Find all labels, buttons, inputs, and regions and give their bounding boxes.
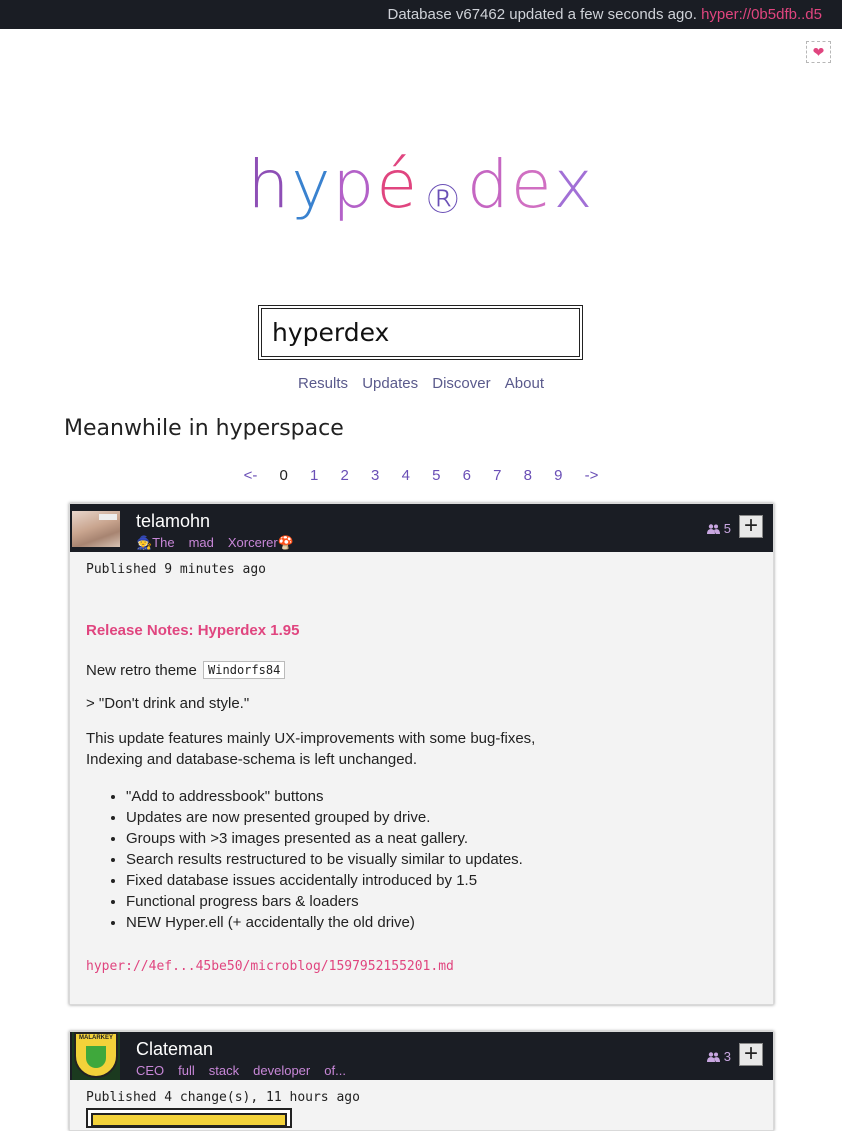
post-line-text: New retro theme bbox=[86, 662, 197, 679]
pager: <- 0 1 2 3 4 5 6 7 8 9 -> bbox=[0, 467, 842, 484]
plus-icon: + bbox=[743, 1040, 758, 1067]
pager-page[interactable]: 1 bbox=[310, 467, 318, 484]
post-body: Published 4 change(s), 11 hours ago bbox=[70, 1080, 773, 1128]
list-item: Search results restructured to be visual… bbox=[126, 849, 536, 870]
plus-icon: + bbox=[743, 512, 758, 539]
post-card: MALARKEY Clateman CEO full stack developer o… bbox=[69, 1031, 774, 1131]
pager-prev[interactable]: <- bbox=[244, 467, 258, 484]
published-time: Published 4 change(s), 11 hours ago bbox=[86, 1090, 360, 1105]
list-item: "Add to addressbook" buttons bbox=[126, 786, 536, 807]
pager-page[interactable]: 2 bbox=[341, 467, 349, 484]
logo: hypé ®dex bbox=[0, 146, 842, 223]
users-icon bbox=[706, 524, 720, 534]
logo-char: ® bbox=[422, 177, 465, 223]
follower-count-value: 5 bbox=[723, 521, 731, 536]
logo-char: e bbox=[510, 146, 554, 223]
database-status-text: Database v67462 updated a few seconds ag… bbox=[387, 6, 697, 23]
nav-updates[interactable]: Updates bbox=[362, 375, 418, 392]
pager-page[interactable]: 9 bbox=[554, 467, 562, 484]
author-name[interactable]: telamohn bbox=[136, 511, 210, 532]
post-link[interactable]: hyper://4ef...45be50/microblog/159795215… bbox=[86, 959, 454, 974]
nav-results[interactable]: Results bbox=[298, 375, 348, 392]
post-content: Release Notes: Hyperdex 1.95 New retro t… bbox=[86, 577, 757, 941]
post-image[interactable] bbox=[86, 1108, 292, 1128]
nav-discover[interactable]: Discover bbox=[432, 375, 490, 392]
section-heading: Meanwhile in hyperspace bbox=[64, 416, 344, 441]
pager-page[interactable]: 4 bbox=[402, 467, 410, 484]
author-tag: 🧙The bbox=[136, 535, 175, 550]
author-name[interactable]: Clateman bbox=[136, 1039, 213, 1060]
search-input[interactable] bbox=[261, 308, 580, 357]
list-item: Groups with >3 images presented as a nea… bbox=[126, 828, 536, 849]
users-icon bbox=[706, 1052, 720, 1062]
nav-about[interactable]: About bbox=[505, 375, 544, 392]
author-tag: stack bbox=[208, 1063, 240, 1078]
follower-count: 5 bbox=[706, 521, 731, 536]
list-item: Fixed database issues accidentally intro… bbox=[126, 870, 536, 891]
list-item: Updates are now presented grouped by dri… bbox=[126, 807, 536, 828]
pager-page[interactable]: 5 bbox=[432, 467, 440, 484]
heart-icon: ❤ bbox=[812, 44, 825, 60]
post-card: telamohn 🧙The mad Xorcerer🍄 5 + Published … bbox=[69, 503, 774, 1005]
post-bullets: "Add to addressbook" buttons Updates are… bbox=[86, 786, 536, 933]
logo-char: é bbox=[376, 146, 419, 223]
list-item: Functional progress bars & loaders bbox=[126, 891, 536, 912]
post-line: New retro theme Windorfs84 bbox=[86, 661, 757, 679]
published-time: Published 9 minutes ago bbox=[86, 562, 267, 577]
post-header: MALARKEY Clateman CEO full stack developer o… bbox=[70, 1032, 773, 1080]
pager-page[interactable]: 7 bbox=[493, 467, 501, 484]
code-snippet: Windorfs84 bbox=[203, 661, 286, 679]
author-tag: CEO bbox=[136, 1063, 165, 1078]
avatar[interactable]: MALARKEY bbox=[72, 1032, 120, 1080]
author-tag: mad bbox=[188, 535, 214, 550]
top-status-bar: Database v67462 updated a few seconds ag… bbox=[0, 0, 842, 29]
logo-char: y bbox=[291, 146, 333, 223]
author-tag: of... bbox=[324, 1063, 346, 1078]
heart-button[interactable]: ❤ bbox=[806, 41, 831, 63]
avatar-badge-icon bbox=[99, 514, 117, 520]
database-link[interactable]: hyper://0b5dfb..d5 bbox=[701, 6, 822, 23]
pager-next[interactable]: -> bbox=[585, 467, 599, 484]
avatar[interactable] bbox=[72, 511, 120, 547]
pager-page[interactable]: 6 bbox=[463, 467, 471, 484]
list-item: NEW Hyper.ell (+ accidentally the old dr… bbox=[126, 912, 536, 933]
pager-page[interactable]: 8 bbox=[524, 467, 532, 484]
post-header: telamohn 🧙The mad Xorcerer🍄 5 + bbox=[70, 504, 773, 552]
pager-page[interactable]: 3 bbox=[371, 467, 379, 484]
follower-count-value: 3 bbox=[723, 1049, 731, 1064]
post-quote: > "Don't drink and style." bbox=[86, 695, 250, 712]
pager-page-current: 0 bbox=[279, 467, 288, 484]
post-body: Published 9 minutes ago Release Notes: H… bbox=[70, 552, 773, 974]
post-paragraph: This update features mainly UX-improveme… bbox=[86, 730, 536, 768]
post-title: Release Notes: Hyperdex 1.95 bbox=[86, 622, 300, 639]
author-tag: full bbox=[178, 1063, 195, 1078]
database-status: Database v67462 updated a few seconds ag… bbox=[387, 6, 822, 23]
logo-char: h bbox=[247, 146, 292, 223]
logo-char: p bbox=[332, 146, 377, 223]
shield-icon: MALARKEY bbox=[74, 1032, 118, 1078]
author-tags: CEO full stack developer of... bbox=[136, 1063, 360, 1078]
search-box bbox=[258, 305, 583, 360]
logo-char: x bbox=[553, 146, 595, 223]
add-to-addressbook-button[interactable]: + bbox=[739, 1040, 763, 1067]
author-tags: 🧙The mad Xorcerer🍄 bbox=[136, 535, 308, 551]
author-tag: Xorcerer🍄 bbox=[227, 535, 294, 550]
author-tag: developer bbox=[253, 1063, 311, 1078]
add-to-addressbook-button[interactable]: + bbox=[739, 512, 763, 539]
logo-char: d bbox=[466, 146, 511, 223]
follower-count: 3 bbox=[706, 1049, 731, 1064]
main-nav: Results Updates Discover About bbox=[0, 375, 842, 392]
